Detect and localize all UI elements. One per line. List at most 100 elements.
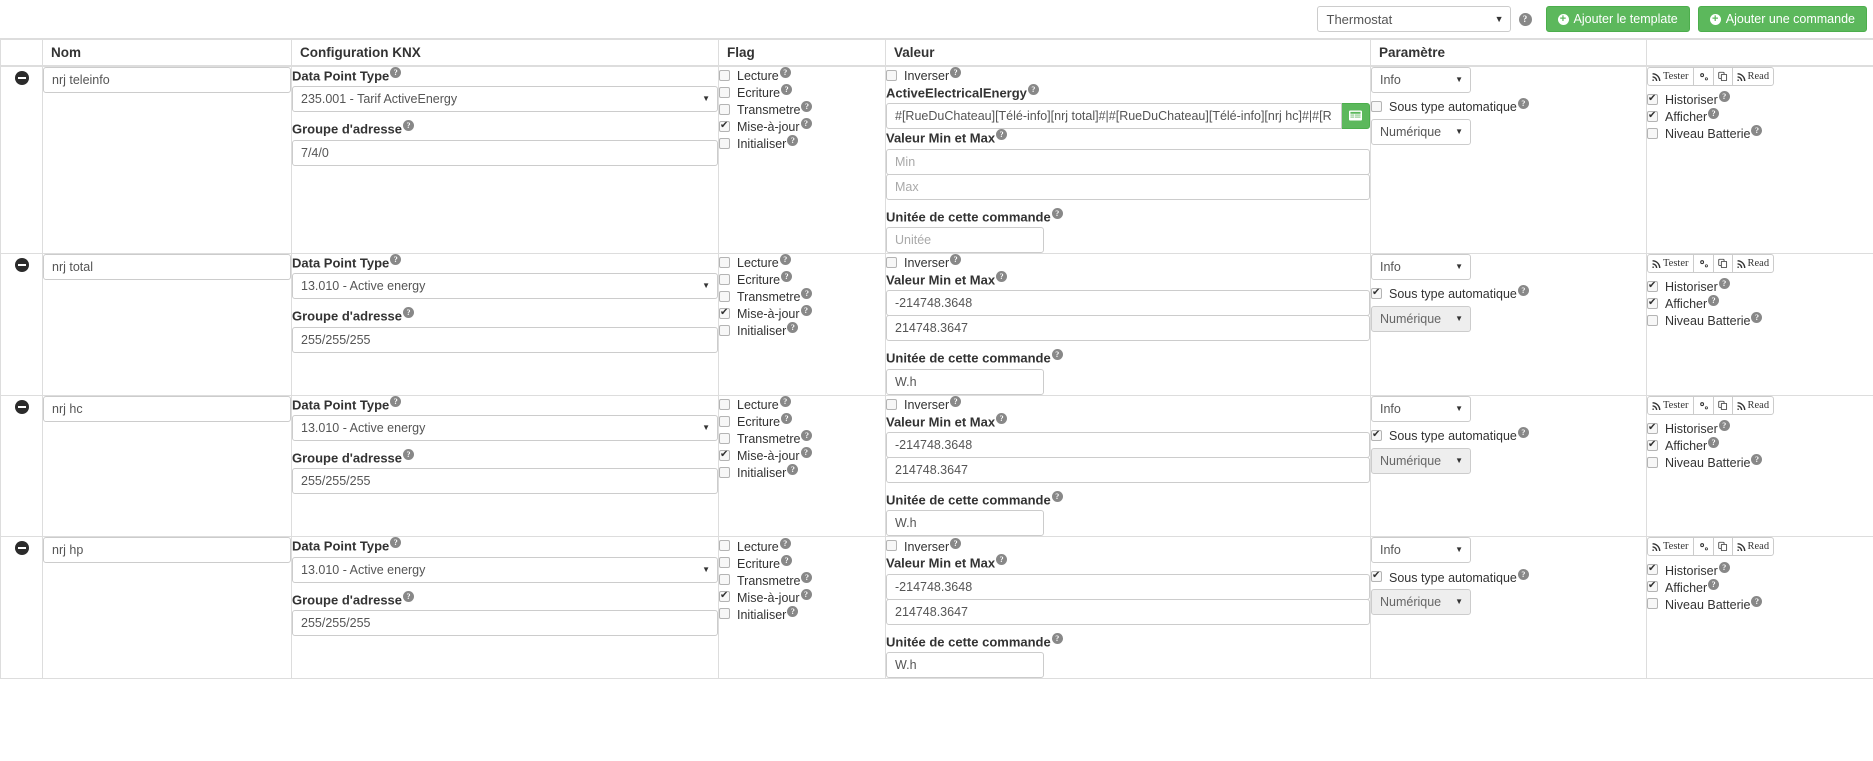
help-icon[interactable]: ? xyxy=(801,430,813,442)
flag-lecture-checkbox[interactable] xyxy=(719,540,730,552)
flag-ecriture-checkbox[interactable] xyxy=(719,557,730,569)
flag-mise-a-jour-checkbox[interactable] xyxy=(719,448,730,461)
duplicate-button[interactable] xyxy=(1712,537,1733,557)
param-type-select[interactable]: Info xyxy=(1371,395,1471,422)
remove-command-icon[interactable] xyxy=(14,71,29,85)
tester-button[interactable]: Tester xyxy=(1647,537,1694,557)
param-type-select[interactable]: Info xyxy=(1371,67,1471,93)
help-icon[interactable]: ? xyxy=(801,288,813,300)
min-input[interactable]: -214748.3648 xyxy=(886,290,1370,317)
flag-mise-a-jour-checkbox[interactable] xyxy=(719,306,730,319)
help-icon[interactable]: ? xyxy=(1718,420,1730,432)
flag-ecriture-checkbox[interactable] xyxy=(719,415,730,427)
help-icon[interactable]: ? xyxy=(996,129,1008,141)
sous-type-automatique-checkbox[interactable] xyxy=(1371,101,1382,112)
sous-type-select[interactable]: Numérique xyxy=(1371,119,1471,145)
help-icon[interactable]: ? xyxy=(996,412,1008,424)
help-icon[interactable]: ? xyxy=(800,588,812,600)
help-icon[interactable]: ? xyxy=(787,605,799,617)
remove-command-icon[interactable] xyxy=(14,399,29,414)
groupe-adresse-input[interactable]: 7/4/0 xyxy=(292,139,718,166)
historiser-checkbox[interactable] xyxy=(1647,92,1658,105)
min-input[interactable]: -214748.3648 xyxy=(886,431,1370,458)
command-name-input[interactable]: nrj hp xyxy=(43,537,291,564)
help-icon[interactable]: ? xyxy=(1751,312,1763,324)
data-point-type-select[interactable]: 235.001 - Tarif ActiveEnergy xyxy=(292,86,718,113)
flag-transmetre-checkbox[interactable] xyxy=(719,432,730,444)
groupe-adresse-input[interactable]: 255/255/255 xyxy=(292,609,718,636)
read-button[interactable]: Read xyxy=(1731,253,1775,273)
help-icon[interactable]: ? xyxy=(1517,285,1529,297)
help-icon[interactable]: ? xyxy=(1051,349,1063,361)
unitee-input[interactable]: W.h xyxy=(886,510,1044,537)
sous-type-select[interactable]: Numérique xyxy=(1371,305,1471,332)
help-icon[interactable]: ? xyxy=(781,413,793,425)
help-icon[interactable]: ? xyxy=(800,447,812,459)
help-icon[interactable]: ? xyxy=(1517,98,1529,110)
data-point-type-select[interactable]: 13.010 - Active energy xyxy=(292,414,718,441)
help-icon[interactable]: ? xyxy=(1518,12,1532,26)
help-icon[interactable]: ? xyxy=(403,590,415,602)
add-template-button[interactable]: + Ajouter le template xyxy=(1545,6,1690,32)
help-icon[interactable]: ? xyxy=(996,554,1008,566)
niveau-batterie-checkbox[interactable] xyxy=(1647,598,1658,610)
help-icon[interactable]: ? xyxy=(1718,91,1730,103)
flag-initialiser-checkbox[interactable] xyxy=(719,608,730,620)
help-icon[interactable]: ? xyxy=(1517,427,1529,439)
niveau-batterie-checkbox[interactable] xyxy=(1647,128,1658,139)
help-icon[interactable]: ? xyxy=(801,101,813,113)
afficher-checkbox[interactable] xyxy=(1647,438,1658,451)
max-input[interactable]: Max xyxy=(886,173,1370,200)
sous-type-select[interactable]: Numérique xyxy=(1371,589,1471,616)
unitee-input[interactable]: Unitée xyxy=(886,226,1044,253)
historiser-checkbox[interactable] xyxy=(1647,562,1658,576)
configure-button[interactable] xyxy=(1692,395,1714,415)
help-icon[interactable]: ? xyxy=(403,120,415,132)
help-icon[interactable]: ? xyxy=(390,537,402,549)
help-icon[interactable]: ? xyxy=(1051,207,1063,219)
help-icon[interactable]: ? xyxy=(390,253,402,265)
data-point-type-select[interactable]: 13.010 - Active energy xyxy=(292,556,718,583)
help-icon[interactable]: ? xyxy=(1027,84,1039,95)
expression-picker-button[interactable] xyxy=(1342,103,1370,130)
configure-button[interactable] xyxy=(1692,67,1714,86)
help-icon[interactable]: ? xyxy=(1718,561,1730,573)
max-input[interactable]: 214748.3647 xyxy=(886,315,1370,342)
read-button[interactable]: Read xyxy=(1731,537,1775,557)
duplicate-button[interactable] xyxy=(1712,67,1733,86)
help-icon[interactable]: ? xyxy=(1708,437,1720,449)
help-icon[interactable]: ? xyxy=(1051,490,1063,502)
historiser-checkbox[interactable] xyxy=(1647,279,1658,292)
read-button[interactable]: Read xyxy=(1731,395,1775,415)
help-icon[interactable]: ? xyxy=(787,322,799,334)
groupe-adresse-input[interactable]: 255/255/255 xyxy=(292,468,718,495)
help-icon[interactable]: ? xyxy=(779,67,791,79)
help-icon[interactable]: ? xyxy=(787,135,799,147)
help-icon[interactable]: ? xyxy=(779,537,791,549)
flag-initialiser-checkbox[interactable] xyxy=(719,466,730,478)
unitee-input[interactable]: W.h xyxy=(886,368,1044,395)
help-icon[interactable]: ? xyxy=(801,571,813,583)
flag-mise-a-jour-checkbox[interactable] xyxy=(719,119,730,132)
configure-button[interactable] xyxy=(1692,537,1714,557)
help-icon[interactable]: ? xyxy=(1718,278,1730,290)
help-icon[interactable]: ? xyxy=(1708,578,1720,590)
help-icon[interactable]: ? xyxy=(1751,125,1763,137)
duplicate-button[interactable] xyxy=(1712,253,1733,273)
inverser-checkbox[interactable] xyxy=(886,398,897,410)
help-icon[interactable]: ? xyxy=(1708,295,1720,307)
help-icon[interactable]: ? xyxy=(1517,568,1529,580)
help-icon[interactable]: ? xyxy=(800,305,812,317)
flag-lecture-checkbox[interactable] xyxy=(719,398,730,410)
afficher-checkbox[interactable] xyxy=(1647,296,1658,309)
unitee-input[interactable]: W.h xyxy=(886,651,1044,678)
remove-command-icon[interactable] xyxy=(14,541,29,556)
help-icon[interactable]: ? xyxy=(1708,108,1720,120)
help-icon[interactable]: ? xyxy=(950,254,962,266)
sous-type-select[interactable]: Numérique xyxy=(1371,447,1471,474)
help-icon[interactable]: ? xyxy=(787,464,799,476)
help-icon[interactable]: ? xyxy=(781,84,793,96)
afficher-checkbox[interactable] xyxy=(1647,109,1658,122)
help-icon[interactable]: ? xyxy=(390,67,402,78)
flag-mise-a-jour-checkbox[interactable] xyxy=(719,589,730,603)
